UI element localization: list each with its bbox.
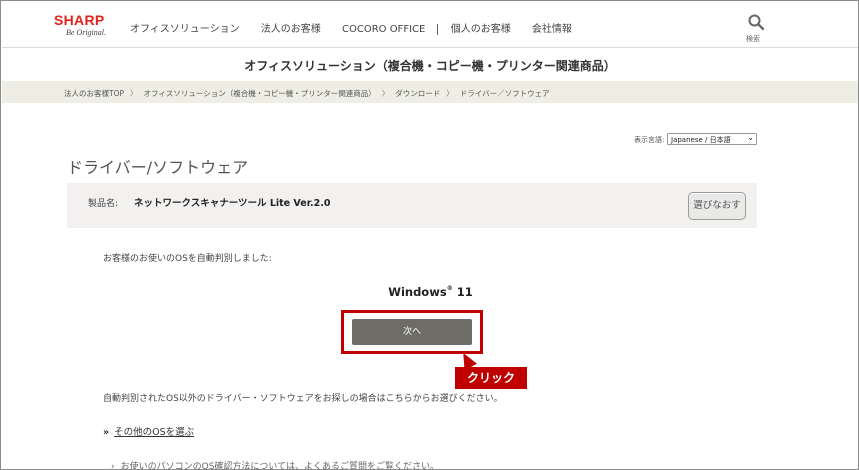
breadcrumb-item-office-solution[interactable]: オフィスソリューション（複合機・コピー機・プリンター関連商品） (144, 88, 376, 99)
page-frame: SHARP Be Original. オフィスソリューション 法人のお客様 CO… (0, 0, 859, 470)
nav-company[interactable]: 会社情報 (532, 20, 572, 35)
product-label: 製品名: (88, 199, 119, 209)
section-title-band: オフィスソリューション（複合機・コピー機・プリンター関連商品） (2, 49, 858, 81)
logo-tagline: Be Original. (66, 28, 106, 37)
nav-personal[interactable]: 個人のお客様 (451, 20, 511, 35)
logo-wordmark: SHARP (54, 12, 105, 28)
auto-detect-message: お客様のお使いのOSを自動判別しました: (103, 254, 272, 264)
section-title: オフィスソリューション（複合機・コピー機・プリンター関連商品） (244, 59, 616, 73)
global-nav: オフィスソリューション 法人のお客様 COCORO OFFICE 個人のお客様 … (130, 20, 590, 35)
nav-divider (436, 23, 438, 35)
chevron-down-icon: ⌄ (747, 133, 754, 142)
other-os-message: 自動判別されたOS以外のドライバー・ソフトウェアをお探しの場合はこちらからお選び… (103, 394, 503, 404)
other-os-link[interactable]: » その他のOSを選ぶ (103, 424, 194, 438)
search-label[interactable]: 検索 (746, 34, 760, 44)
nav-business[interactable]: 法人のお客様 (261, 20, 321, 35)
language-select[interactable]: Japanese / 日本語 ⌄ (667, 133, 757, 145)
os-name: Windows (388, 285, 447, 299)
breadcrumb: 法人のお客様TOP 〉オフィスソリューション（複合機・コピー機・プリンター関連商品… (2, 81, 858, 103)
reselect-button[interactable]: 選びなおす (688, 192, 746, 220)
os-version: 11 (456, 285, 473, 299)
faq-note-text[interactable]: お使いのパソコンのOS確認方法については、よくあるご質問をご覧ください。 (121, 462, 439, 469)
search-icon[interactable] (746, 14, 766, 34)
language-selected-value: Japanese / 日本語 (671, 136, 731, 144)
click-callout: クリック (455, 367, 527, 389)
sharp-logo[interactable]: SHARP Be Original. (54, 13, 114, 38)
breadcrumb-arrow-icon: 〉 (446, 89, 454, 98)
language-label: 表示言語: (634, 136, 665, 144)
breadcrumb-item-download[interactable]: ダウンロード (395, 88, 440, 99)
nav-office-solution[interactable]: オフィスソリューション (130, 20, 240, 35)
breadcrumb-item-current: ドライバー／ソフトウェア (459, 89, 550, 98)
page-title: ドライバー/ソフトウェア (67, 158, 249, 177)
registered-mark: ® (446, 285, 453, 292)
highlight-box (341, 310, 483, 354)
breadcrumb-item-business-top[interactable]: 法人のお客様TOP (64, 88, 124, 99)
site-header: SHARP Be Original. オフィスソリューション 法人のお客様 CO… (2, 2, 858, 48)
product-box: 製品名: ネットワークスキャナーツール Lite Ver.2.0 選びなおす (67, 183, 757, 228)
chevron-right-icon: › (111, 462, 115, 470)
product-name: ネットワークスキャナーツール Lite Ver.2.0 (134, 198, 331, 209)
detected-os: Windows® 11 (1, 285, 858, 299)
other-os-link-label[interactable]: その他のOSを選ぶ (114, 427, 194, 438)
faq-note: › お使いのパソコンのOS確認方法については、よくあるご質問をご覧ください。 (111, 459, 439, 470)
breadcrumb-arrow-icon: 〉 (130, 89, 138, 98)
nav-cocoro-office[interactable]: COCORO OFFICE (342, 24, 425, 35)
breadcrumb-arrow-icon: 〉 (381, 89, 390, 98)
double-chevron-icon: » (103, 427, 110, 438)
